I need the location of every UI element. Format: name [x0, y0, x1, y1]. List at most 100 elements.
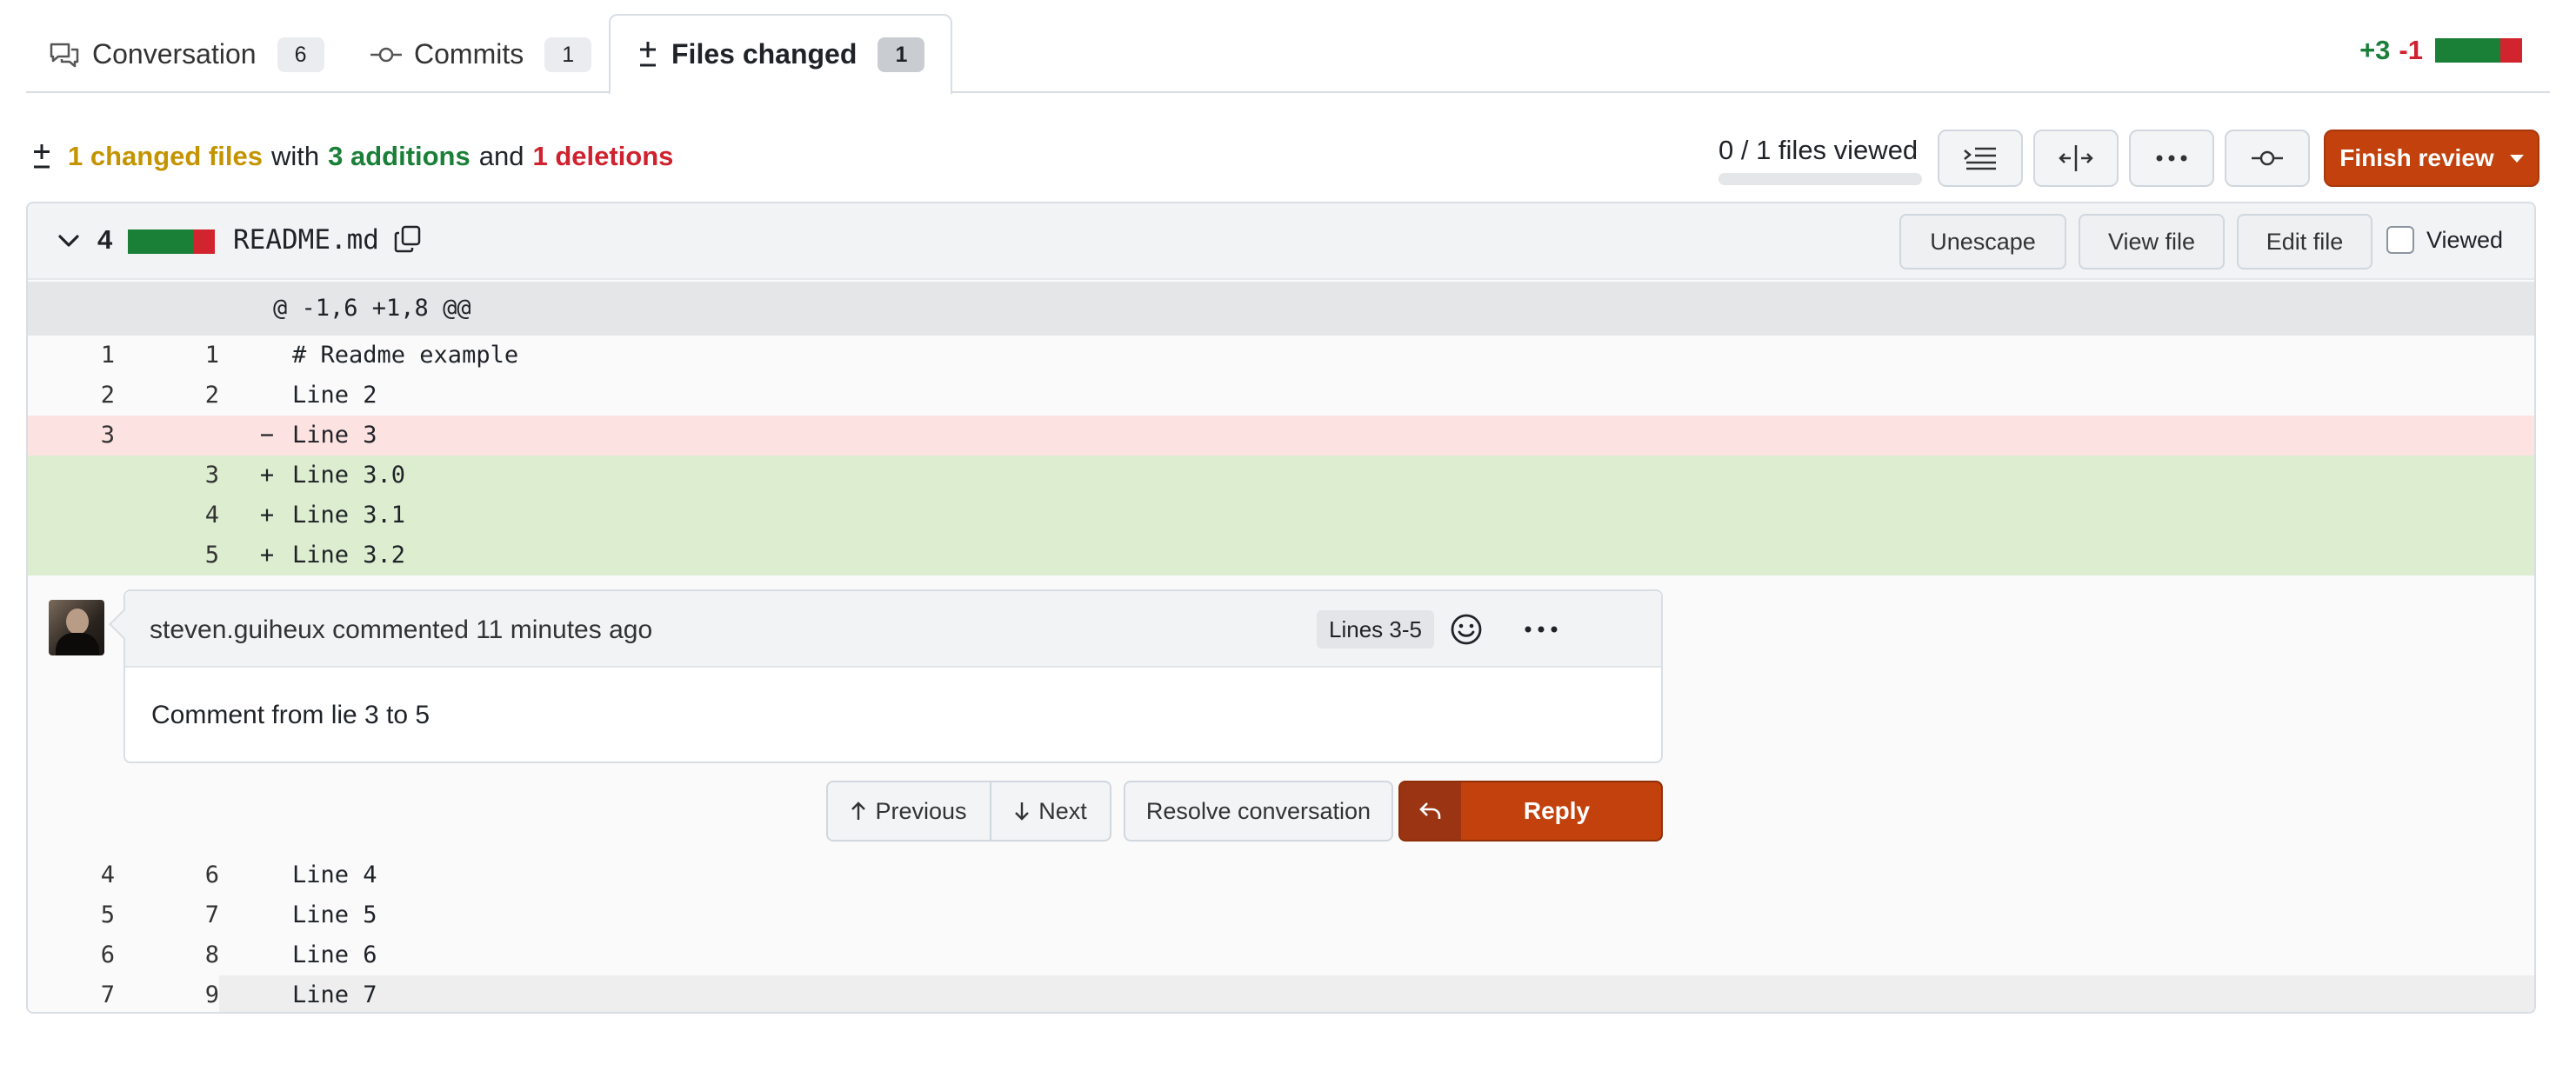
diff-line-added: 4 + Line 3.1 [28, 496, 2534, 536]
file-name[interactable]: README.md [233, 224, 379, 256]
tab-conversation[interactable]: Conversation 6 [49, 14, 324, 95]
old-line-number[interactable]: 5 [54, 895, 115, 935]
diff-sign: + [259, 542, 275, 569]
plus-minus-icon [637, 40, 659, 70]
new-line-number[interactable]: 4 [158, 496, 219, 536]
deletions-summary: 1 deletions [532, 141, 674, 171]
old-line-number[interactable]: 1 [54, 336, 115, 376]
viewed-checkbox-box[interactable] [2386, 226, 2414, 254]
reply-label: Reply [1523, 797, 1591, 824]
old-line-number[interactable]: 4 [54, 855, 115, 895]
diffstat-bar [2435, 38, 2522, 63]
viewed-label: Viewed [2426, 226, 2504, 253]
comment-discussion-icon [49, 41, 80, 69]
file-header: 4 README.md Unescape View file Edit file… [28, 203, 2534, 280]
summary-with: with [270, 141, 320, 171]
new-line-number[interactable]: 7 [158, 895, 219, 935]
files-viewed-label: 0 / 1 files viewed [1718, 135, 1919, 165]
next-label: Next [1038, 797, 1087, 824]
avatar[interactable] [49, 600, 104, 655]
old-line-number[interactable]: 3 [54, 416, 115, 456]
diff-sign: + [259, 502, 275, 529]
deletions-count: -1 [2399, 35, 2423, 65]
lines-badge: Lines 3-5 [1317, 610, 1434, 649]
kebab-horizontal-icon[interactable] [1522, 612, 1560, 651]
file-diffstat-bar [128, 230, 215, 254]
diff-line-added: 3 + Line 3.0 [28, 456, 2534, 496]
tab-commits[interactable]: Commits 1 [370, 14, 592, 95]
list-indent-icon [1963, 145, 1998, 171]
tab-conversation-label: Conversation [92, 38, 257, 70]
copy-icon[interactable] [393, 224, 423, 258]
reply-arrow-icon [1400, 782, 1461, 840]
thread-navigation: Previous Next Resolve conversation [826, 781, 1393, 842]
unescape-button[interactable]: Unescape [1899, 214, 2066, 269]
new-line-number[interactable]: 5 [158, 536, 219, 575]
code-text: Line 3.0 [292, 462, 406, 489]
code-text: Line 5 [292, 901, 377, 928]
split-arrows-icon [2059, 143, 2093, 173]
code-text: Line 3.1 [292, 502, 406, 529]
tab-conversation-count: 6 [277, 37, 324, 72]
old-line-number[interactable]: 7 [54, 975, 115, 1012]
view-file-button[interactable]: View file [2079, 214, 2225, 269]
previous-button[interactable]: Previous [826, 781, 991, 842]
file-tree-toggle-button[interactable] [1938, 130, 2023, 187]
additions-count: +3 [2359, 35, 2391, 65]
git-commit-icon [2250, 150, 2285, 167]
plus-minus-icon [31, 143, 52, 170]
finish-review-button[interactable]: Finish review [2324, 130, 2539, 187]
new-line-number[interactable]: 9 [158, 975, 219, 1012]
arrow-up-icon [851, 801, 866, 822]
commit-selector-button[interactable] [2225, 130, 2310, 187]
edit-file-button[interactable]: Edit file [2237, 214, 2372, 269]
smiley-icon[interactable] [1449, 612, 1484, 651]
arrow-down-icon [1014, 801, 1030, 822]
finish-review-label: Finish review [2339, 144, 2494, 171]
file-diff-container: 4 README.md Unescape View file Edit file… [26, 202, 2536, 1014]
old-line-number[interactable]: 2 [54, 376, 115, 416]
code-text: Line 7 [292, 981, 377, 1008]
tab-commits-count: 1 [544, 37, 592, 72]
old-line-number[interactable]: 6 [54, 935, 115, 975]
files-viewed-track [1718, 173, 1922, 185]
split-view-button[interactable] [2033, 130, 2119, 187]
diff-line: 6 8 Line 6 [28, 935, 2534, 975]
diff-line: 5 7 Line 5 [28, 895, 2534, 935]
diff-line-deleted: 3 − Line 3 [28, 416, 2534, 456]
viewed-checkbox[interactable]: Viewed [2386, 226, 2503, 254]
diff-sign: + [259, 462, 275, 489]
diff-line: 2 2 Line 2 [28, 376, 2534, 416]
changed-files-count: 1 changed files [68, 141, 263, 171]
new-line-number[interactable]: 1 [158, 336, 219, 376]
code-text: Line 2 [292, 382, 377, 409]
new-line-number[interactable]: 3 [158, 456, 219, 496]
kebab-horizontal-icon [2154, 154, 2189, 163]
code-text: Line 3 [292, 422, 377, 449]
tab-files-changed[interactable]: Files changed 1 [609, 14, 953, 95]
more-options-button[interactable] [2129, 130, 2214, 187]
new-line-number[interactable]: 2 [158, 376, 219, 416]
comment-author-line: steven.guiheux commented 11 minutes ago [150, 615, 653, 644]
tab-files-changed-count: 1 [878, 37, 925, 72]
code-text: Line 4 [292, 861, 377, 888]
diff-sign: − [259, 422, 275, 449]
reply-button[interactable]: Reply [1398, 781, 1663, 842]
new-line-number[interactable]: 6 [158, 855, 219, 895]
next-button[interactable]: Next [991, 781, 1111, 842]
new-line-number[interactable]: 8 [158, 935, 219, 975]
diff-line-added: 5 + Line 3.2 [28, 536, 2534, 575]
files-viewed-progress: 0 / 1 files viewed [1718, 135, 1922, 185]
resolve-conversation-button[interactable]: Resolve conversation [1124, 781, 1393, 842]
diffstat-summary: +3 -1 [2359, 35, 2522, 66]
diff-line: 1 1 # Readme example [28, 336, 2534, 376]
summary-and: and [478, 141, 524, 171]
code-text: # Readme example [292, 342, 519, 369]
diff-line: 4 6 Line 4 [28, 855, 2534, 895]
additions-summary: 3 additions [328, 141, 470, 171]
previous-label: Previous [875, 797, 967, 824]
pr-tab-bar: Conversation 6 Commits 1 Files changed 1… [26, 0, 2550, 95]
comment-body: Comment from lie 3 to 5 [151, 701, 430, 729]
code-text: Line 3.2 [292, 542, 406, 569]
chevron-down-icon[interactable] [56, 228, 82, 258]
